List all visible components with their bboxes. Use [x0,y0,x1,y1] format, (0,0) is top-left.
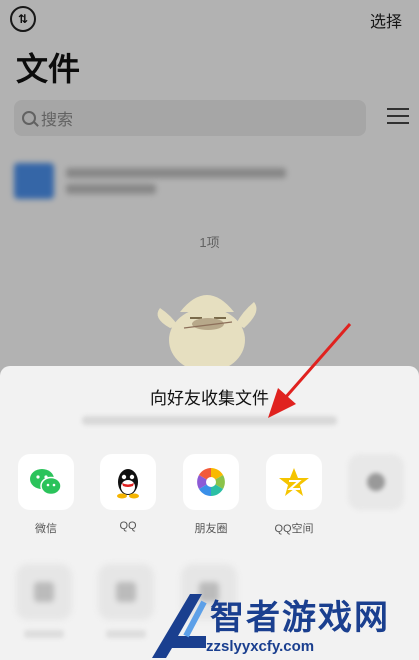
qq-icon [117,469,139,499]
share-moments-button[interactable]: 朋友圈 [181,454,241,536]
share-more-button[interactable] [346,454,406,510]
watermark-text: 智者游戏网 [210,599,390,637]
share-wechat-button[interactable]: 微信 [16,454,76,536]
share-option-blurred[interactable] [98,564,154,620]
sheet-title: 向好友收集文件 [150,389,269,408]
share-qq-button[interactable]: QQ [98,454,158,532]
share-option-blurred[interactable] [16,564,72,620]
qzone-icon [279,468,309,496]
watermark-logo: 智者游戏网 zzslyyxcfy.com [150,592,419,660]
moments-icon [197,468,225,496]
share-qzone-button[interactable]: QQ空间 [264,454,324,536]
sheet-subtitle [82,416,337,425]
wechat-icon [30,469,62,496]
mascot-icon [157,295,257,372]
watermark-logo-icon [152,594,207,658]
watermark-url: zzslyyxcfy.com [206,638,315,655]
